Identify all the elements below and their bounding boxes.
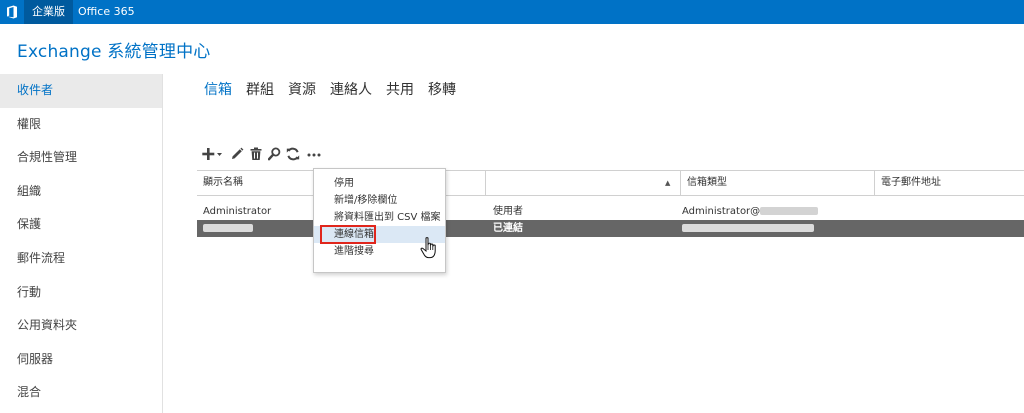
sidebar-item-mobile[interactable]: 行動	[0, 276, 162, 310]
redacted-name	[203, 224, 253, 232]
tab-mailboxes[interactable]: 信箱	[204, 79, 232, 99]
sidebar-item-compliance[interactable]: 合規性管理	[0, 141, 162, 175]
sidebar-item-public-folders[interactable]: 公用資料夾	[0, 309, 162, 343]
cell-mailbox-type: 使用者	[493, 206, 523, 217]
sidebar-item-permissions[interactable]: 權限	[0, 108, 162, 142]
cell-display-name: Administrator	[203, 206, 272, 217]
column-header-blank[interactable]	[485, 171, 680, 195]
enterprise-tab[interactable]: 企業版	[24, 0, 73, 24]
delete-icon[interactable]	[247, 145, 265, 163]
tab-resources[interactable]: 資源	[288, 79, 316, 99]
sidebar-item-hybrid[interactable]: 混合	[0, 376, 162, 410]
add-icon[interactable]	[201, 145, 227, 163]
office-logo-icon[interactable]	[0, 0, 24, 24]
sidebar: 收件者 權限 合規性管理 組織 保護 郵件流程 行動 公用資料夾 伺服器 混合	[0, 74, 163, 413]
sidebar-item-recipients[interactable]: 收件者	[0, 74, 162, 108]
menu-item-disable[interactable]: 停用	[314, 175, 445, 192]
sidebar-item-mail-flow[interactable]: 郵件流程	[0, 242, 162, 276]
tab-groups[interactable]: 群組	[246, 79, 274, 99]
tab-contacts[interactable]: 連絡人	[330, 79, 372, 99]
hand-pointer-icon	[420, 237, 438, 263]
sidebar-item-organization[interactable]: 組織	[0, 175, 162, 209]
cell-email-address	[676, 220, 814, 237]
redacted-email	[682, 224, 814, 232]
tab-migration[interactable]: 移轉	[428, 79, 456, 99]
app-title: Exchange 系統管理中心	[17, 42, 211, 62]
column-header-email-address[interactable]: 電子郵件地址	[874, 171, 1024, 195]
edit-icon[interactable]	[227, 145, 247, 163]
more-icon[interactable]	[303, 145, 325, 163]
cell-email-address: Administrator@	[676, 203, 819, 220]
cell-display-name	[197, 220, 253, 237]
search-icon[interactable]	[265, 145, 283, 163]
tab-shared[interactable]: 共用	[386, 79, 414, 99]
redacted-domain	[760, 207, 819, 215]
office365-tab[interactable]: Office 365	[78, 0, 135, 24]
menu-item-export-csv[interactable]: 將資料匯出到 CSV 檔案	[314, 209, 445, 226]
sidebar-item-servers[interactable]: 伺服器	[0, 343, 162, 377]
sidebar-item-protection[interactable]: 保護	[0, 208, 162, 242]
sort-ascending-icon[interactable]: ▲	[665, 179, 670, 187]
toolbar	[201, 145, 325, 163]
column-header-mailbox-type[interactable]: 信箱類型	[680, 171, 874, 195]
highlight-box	[320, 225, 376, 244]
cell-mailbox-type: 已連結	[493, 223, 523, 234]
refresh-icon[interactable]	[283, 145, 303, 163]
recipient-tabs: 信箱 群組 資源 連絡人 共用 移轉	[204, 79, 470, 99]
top-bar: 企業版 Office 365	[0, 0, 1024, 24]
menu-item-add-remove-columns[interactable]: 新增/移除欄位	[314, 192, 445, 209]
